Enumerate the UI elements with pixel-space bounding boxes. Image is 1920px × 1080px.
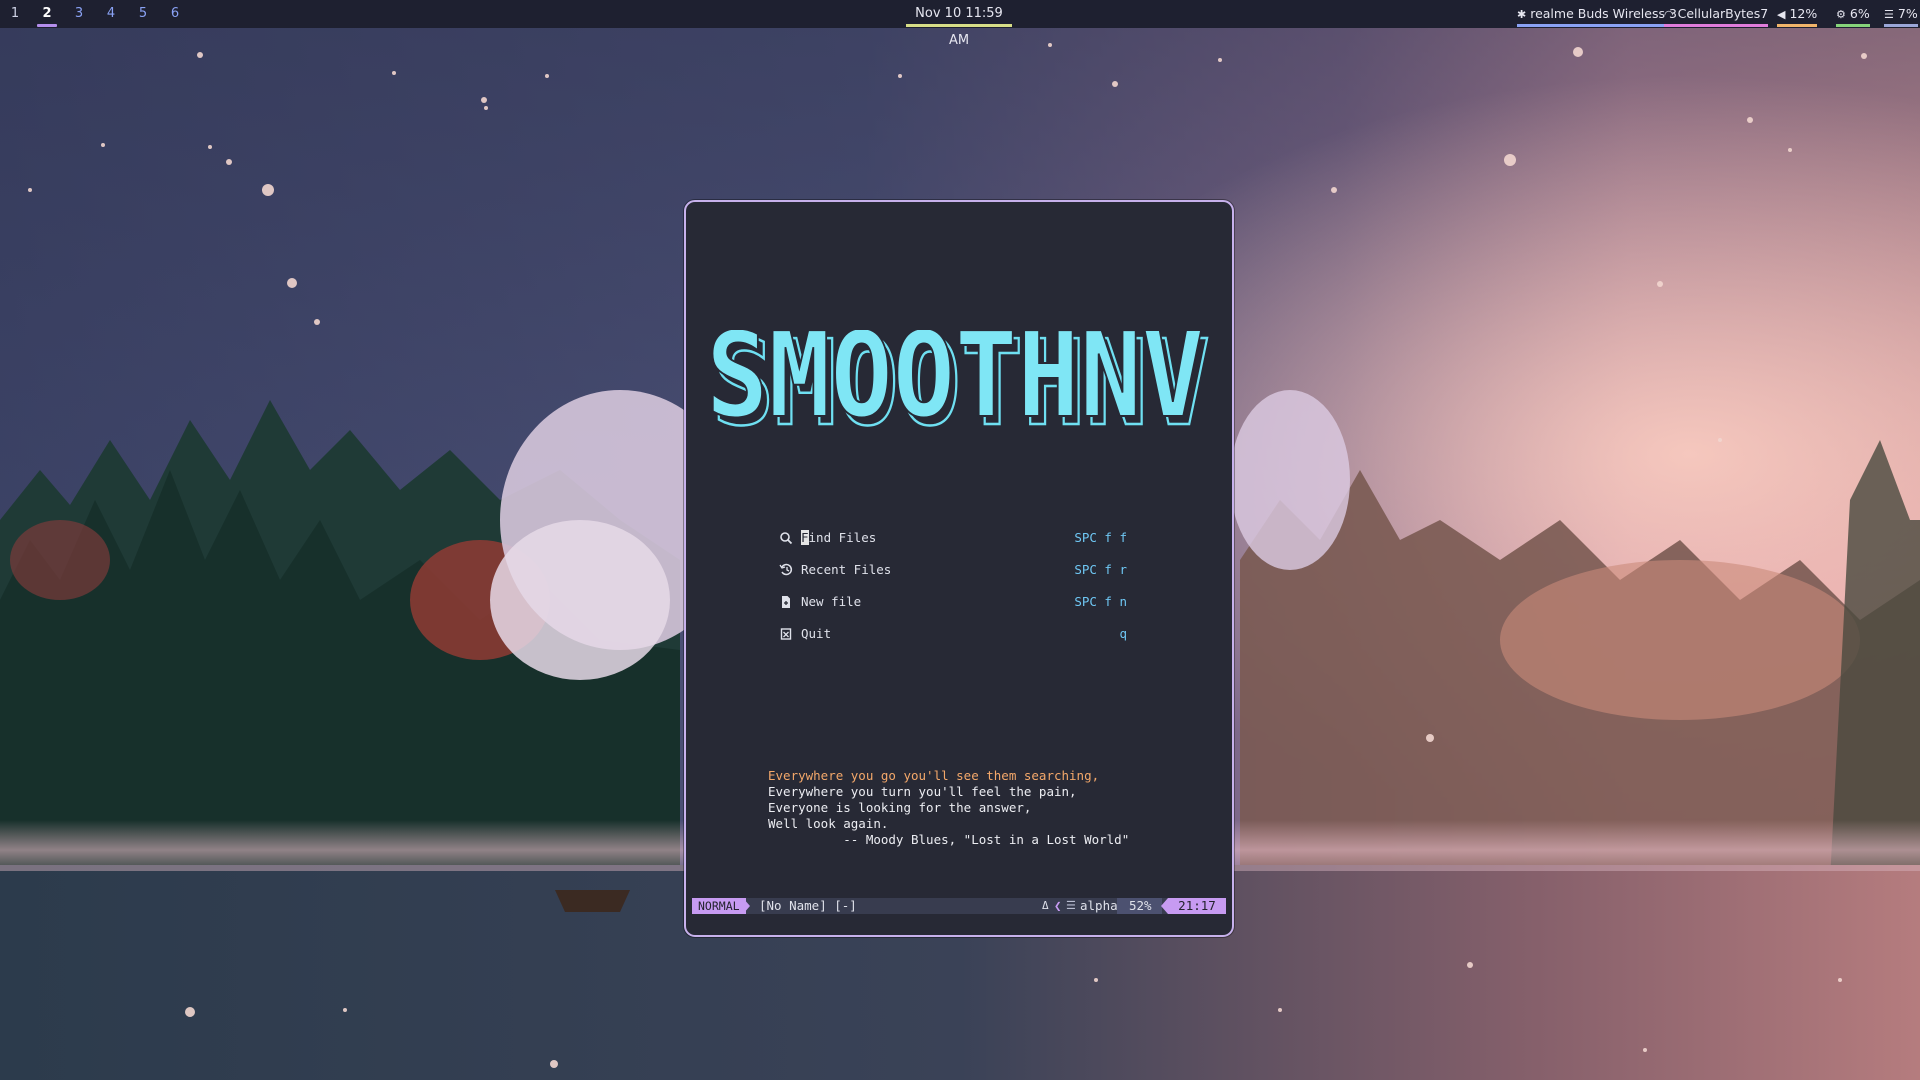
logo-text: SMOOTHNV bbox=[706, 330, 1204, 430]
workspace-2[interactable]: 2 bbox=[35, 0, 59, 28]
menu-new-file[interactable]: New file SPC f n bbox=[779, 592, 1127, 612]
filetype-icon: ☰ bbox=[1066, 899, 1076, 912]
text-cursor: F bbox=[801, 530, 809, 545]
workspace-1[interactable]: 1 bbox=[3, 0, 27, 28]
wifi-icon: ◠ bbox=[1664, 8, 1674, 21]
cursor-position: 21:17 bbox=[1168, 898, 1226, 914]
workspace-5[interactable]: 5 bbox=[131, 0, 155, 28]
quit-icon bbox=[780, 628, 792, 640]
diff-delta-icon: Δ bbox=[1042, 899, 1049, 912]
menu-recent-files-key: SPC f r bbox=[1074, 562, 1127, 577]
bluetooth-device: realme Buds Wireless 3 bbox=[1530, 6, 1677, 21]
wifi-underline bbox=[1664, 24, 1769, 27]
statusline: NORMAL [No Name] [-] Δ ❮ ☰ alpha 52% 21:… bbox=[692, 898, 1226, 914]
menu-quit-label: Quit bbox=[801, 626, 832, 641]
menu-recent-files-label: Recent Files bbox=[801, 562, 892, 577]
volume-widget[interactable]: ◀ 12% bbox=[1777, 0, 1818, 28]
quote-line-4: Well look again. bbox=[768, 816, 889, 831]
wifi-widget[interactable]: ◠ CellularBytes7 bbox=[1664, 0, 1769, 28]
bluetooth-widget[interactable]: ✱ realme Buds Wireless 3 bbox=[1517, 0, 1677, 28]
menu-quit[interactable]: Quit q bbox=[779, 624, 1127, 644]
menu-recent-files[interactable]: Recent Files SPC f r bbox=[779, 560, 1127, 580]
filetype: alpha bbox=[1080, 898, 1118, 913]
memory-usage: 7% bbox=[1897, 6, 1918, 21]
mode-separator bbox=[743, 898, 750, 914]
cpu-widget[interactable]: ⚙ 6% bbox=[1836, 0, 1870, 28]
menu-new-file-label: New file bbox=[801, 594, 862, 609]
workspace-6[interactable]: 6 bbox=[163, 0, 187, 28]
cpu-underline bbox=[1836, 24, 1870, 27]
workspace-3[interactable]: 3 bbox=[67, 0, 91, 28]
top-bar: 1 2 3 4 5 6 Nov 10 11:59 AM ✱ realme Buds… bbox=[0, 0, 1920, 48]
volume-icon: ◀ bbox=[1777, 8, 1786, 21]
bluetooth-icon: ✱ bbox=[1517, 8, 1527, 21]
file-icon bbox=[782, 596, 790, 608]
bluetooth-underline bbox=[1517, 24, 1677, 27]
quote-line-3: Everyone is looking for the answer, bbox=[768, 800, 1032, 815]
volume-level: 12% bbox=[1789, 6, 1818, 21]
memory-underline bbox=[1884, 24, 1918, 27]
history-icon bbox=[779, 563, 793, 576]
file-name: [No Name] [-] bbox=[759, 898, 857, 913]
memory-widget[interactable]: ☰ 7% bbox=[1884, 0, 1918, 28]
quote-line-2: Everywhere you turn you'll feel the pain… bbox=[768, 784, 1077, 799]
cpu-icon: ⚙ bbox=[1836, 8, 1846, 21]
menu-new-file-key: SPC f n bbox=[1074, 594, 1127, 609]
dashboard-logo: SMOOTHNV SMOOTHNV bbox=[705, 330, 1211, 430]
quote-attribution: -- Moody Blues, "Lost in a Lost World" bbox=[768, 832, 1130, 847]
wifi-ssid: CellularBytes7 bbox=[1677, 6, 1769, 21]
separator-chevron-icon: ❮ bbox=[1054, 898, 1062, 913]
scroll-percent: 52% bbox=[1129, 898, 1152, 913]
menu-quit-key: q bbox=[1119, 626, 1127, 641]
dashboard-quote: Everywhere you go you'll see them search… bbox=[768, 768, 1129, 848]
mode-indicator: NORMAL bbox=[692, 898, 746, 914]
volume-underline bbox=[1777, 24, 1818, 27]
menu-find-files[interactable]: Find Files SPC f f bbox=[779, 528, 1127, 548]
clock[interactable]: Nov 10 11:59 AM bbox=[904, 0, 1014, 48]
menu-find-files-key: SPC f f bbox=[1074, 530, 1127, 545]
quote-line-1: Everywhere you go you'll see them search… bbox=[768, 768, 1100, 783]
memory-icon: ☰ bbox=[1884, 8, 1894, 21]
menu-find-files-label: Find Files bbox=[801, 528, 876, 548]
position-separator bbox=[1161, 898, 1168, 914]
terminal-window[interactable]: SMOOTHNV SMOOTHNV Find Files SPC f f Rec… bbox=[684, 200, 1234, 937]
cpu-usage: 6% bbox=[1849, 6, 1870, 21]
menu-find-files-text: ind Files bbox=[808, 530, 877, 545]
workspace-4[interactable]: 4 bbox=[99, 0, 123, 28]
search-icon bbox=[780, 532, 793, 545]
